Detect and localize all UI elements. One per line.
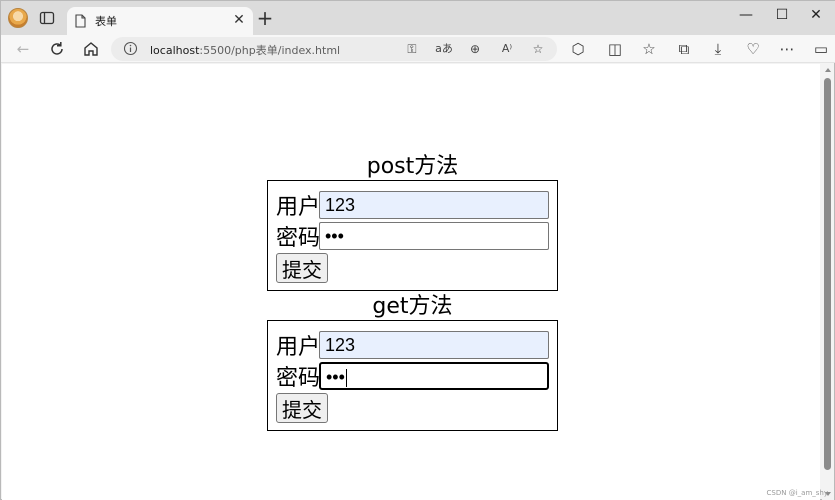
post-username-row: 用户 123 [276,189,550,220]
get-password-label: 密码 [276,365,321,391]
scroll-thumb[interactable] [824,78,831,470]
get-username-label: 用户 [276,334,321,360]
performance-heart-icon[interactable]: ♡ [743,39,763,59]
post-form-title: post方法 [366,154,459,179]
text-caret [345,368,347,387]
vertical-scrollbar[interactable] [822,64,834,500]
close-tab-icon[interactable]: ✕ [231,12,247,28]
key-icon[interactable]: ⚿ [403,40,421,58]
info-icon[interactable] [123,41,138,56]
url-host: localhost [150,44,200,57]
get-form-section: get方法 用户 123 密码 ••• 提交 [267,294,558,431]
back-icon[interactable]: ← [13,39,33,59]
sidebar-toggle-icon[interactable]: ▭ [811,39,831,59]
get-password-input[interactable]: ••• [319,361,549,390]
home-icon[interactable] [81,39,101,59]
watermark: CSDN @i_am_shy [766,489,828,497]
more-options-icon[interactable]: ⋯ [777,39,797,59]
split-screen-icon[interactable]: ◫ [605,39,625,59]
post-password-input[interactable]: ••• [319,221,549,250]
read-aloud-icon[interactable]: A⁾ [498,40,516,58]
get-username-row: 用户 123 [276,329,550,360]
collections-icon[interactable]: ⧉ [674,39,694,59]
tab-title: 表单 [95,15,117,28]
post-username-input[interactable]: 123 [319,190,549,219]
url-path: :5500/php表单/index.html [199,44,341,57]
get-password-row: 密码 ••• [276,360,550,391]
get-password-value: ••• [326,366,345,387]
post-form: 用户 123 密码 ••• 提交 [267,180,558,291]
post-form-section: post方法 用户 123 密码 ••• 提交 [267,154,558,291]
tab-active[interactable]: 表单 ✕ [67,7,253,35]
post-password-label: 密码 [276,225,321,251]
url-text[interactable]: localhost:5500/php表单/index.html [150,42,340,58]
scroll-up-arrow-icon[interactable] [825,68,831,72]
download-icon[interactable]: ⤓ [708,39,728,59]
tab-actions-icon[interactable] [39,10,55,26]
zoom-icon[interactable]: ⊕ [466,40,484,58]
close-window-icon[interactable]: ✕ [793,1,835,31]
extensions-icon[interactable]: ⬡ [568,39,588,59]
refresh-icon[interactable] [47,39,67,59]
favorites-icon[interactable]: ☆ [639,39,659,59]
browser-window: 表单 ✕ + — ☐ ✕ ← localhost:5500/php表单/inde… [0,0,835,500]
address-bar[interactable]: localhost:5500/php表单/index.html ⚿ aあ ⊕ A… [111,37,557,61]
get-username-input[interactable]: 123 [319,330,549,359]
toolbar: ← localhost:5500/php表单/index.html ⚿ aあ ⊕… [1,35,835,63]
get-submit-button[interactable]: 提交 [276,393,328,423]
favorite-star-icon[interactable]: ☆ [529,40,547,58]
translate-icon[interactable]: aあ [435,40,453,58]
profile-avatar[interactable] [8,8,28,28]
post-username-label: 用户 [276,194,321,220]
post-submit-button[interactable]: 提交 [276,253,328,283]
document-icon [75,14,86,28]
get-form-title: get方法 [372,294,453,319]
new-tab-icon[interactable]: + [256,8,274,28]
tab-strip: 表单 ✕ + — ☐ ✕ [1,1,835,35]
post-password-row: 密码 ••• [276,220,550,251]
get-form: 用户 123 密码 ••• 提交 [267,320,558,431]
